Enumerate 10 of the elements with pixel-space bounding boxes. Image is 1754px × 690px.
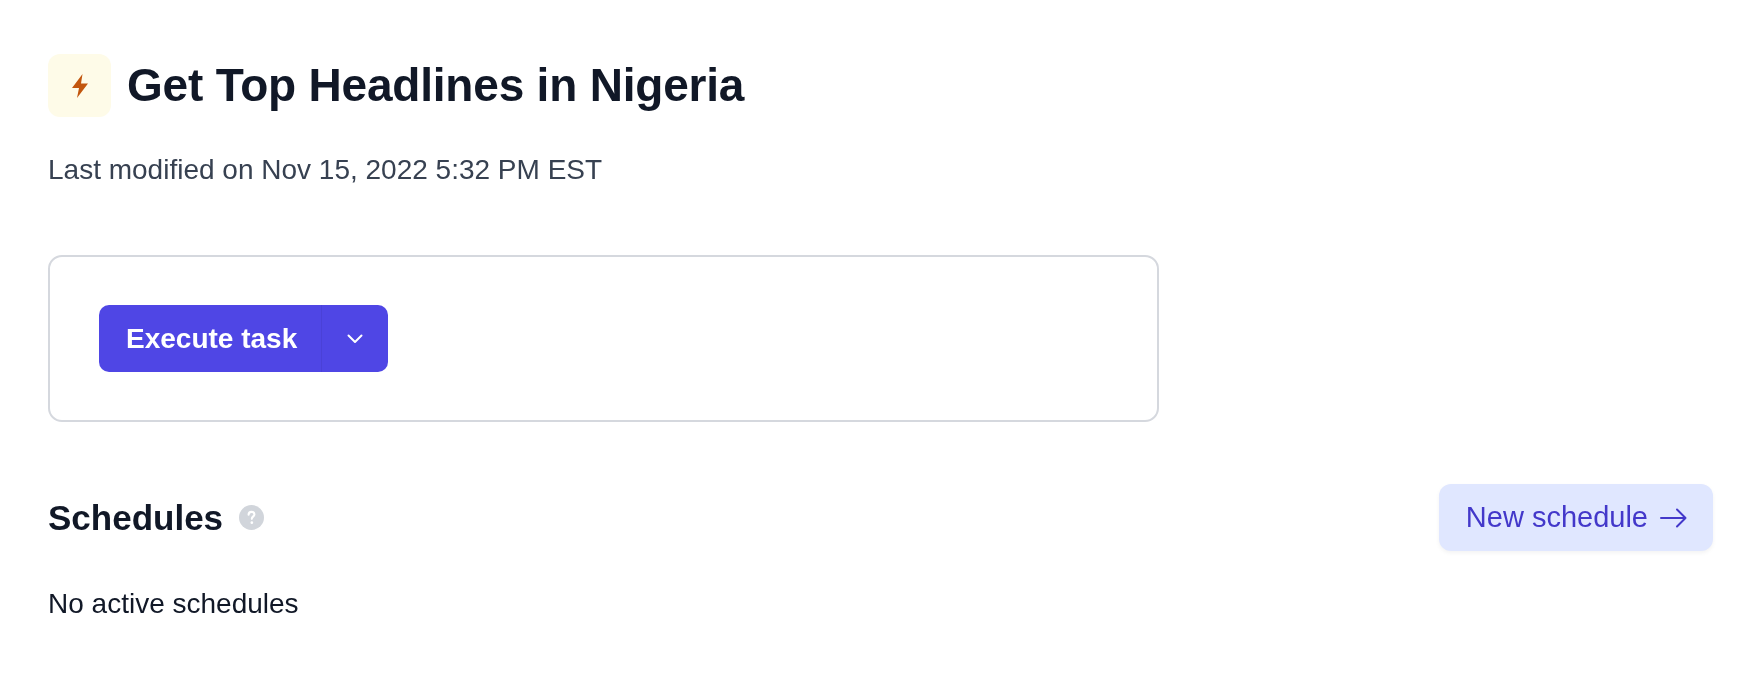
bolt-icon [48,54,111,117]
new-schedule-button[interactable]: New schedule [1438,484,1713,551]
page-title: Get Top Headlines in Nigeria [127,57,745,113]
arrow-right-icon [1660,507,1687,528]
execute-task-button[interactable]: Execute task [99,305,323,372]
last-modified-text: Last modified on Nov 15, 2022 5:32 PM EST [48,153,604,187]
schedules-heading: Schedules [48,496,224,539]
empty-schedules-text: No active schedules [48,587,300,621]
dropdown-toggle-button[interactable] [321,305,389,372]
chevron-down-icon [347,333,364,344]
